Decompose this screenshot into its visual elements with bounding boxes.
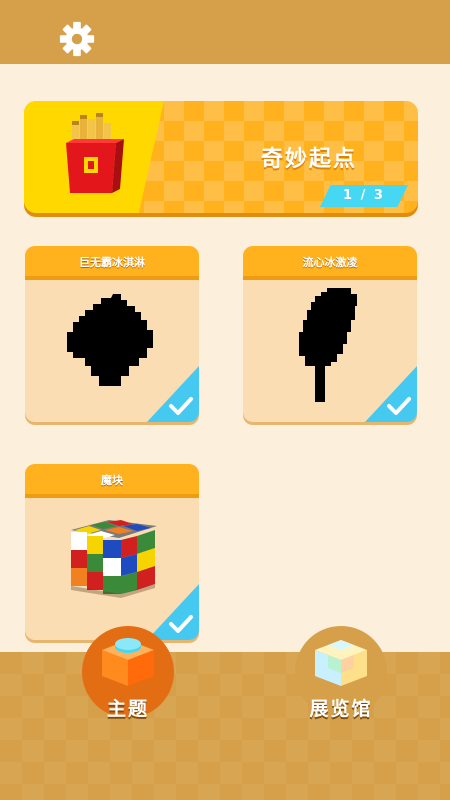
- pastel-cube-icon: [315, 640, 367, 686]
- check-icon: [169, 397, 193, 415]
- card-title: 魔块: [101, 474, 123, 487]
- nav-theme-label: 主题: [106, 698, 149, 720]
- bottom-nav: 主题 展览馆: [0, 626, 450, 800]
- page-indicator: 1 / 3: [320, 185, 408, 207]
- card-title: 流心冰激凌: [302, 256, 358, 269]
- item-card[interactable]: 魔块: [25, 464, 199, 640]
- card-title: 巨无霸冰淇淋: [79, 256, 145, 269]
- nav-gallery-tab[interactable]: 展览馆: [286, 626, 396, 736]
- french-fries-icon: [66, 113, 124, 193]
- nav-gallery-label: 展览馆: [309, 698, 373, 720]
- check-icon: [387, 397, 411, 415]
- theme-banner[interactable]: 奇妙起点 1 / 3: [24, 101, 418, 213]
- orange-block-icon: [102, 638, 154, 686]
- gear-icon[interactable]: [58, 20, 96, 58]
- item-card[interactable]: 巨无霸冰淇淋: [25, 246, 199, 422]
- top-bar: [0, 0, 450, 64]
- nav-theme-tab[interactable]: 主题: [73, 626, 183, 736]
- item-card[interactable]: 流心冰激凌: [243, 246, 417, 422]
- theme-title: 奇妙起点: [260, 147, 357, 172]
